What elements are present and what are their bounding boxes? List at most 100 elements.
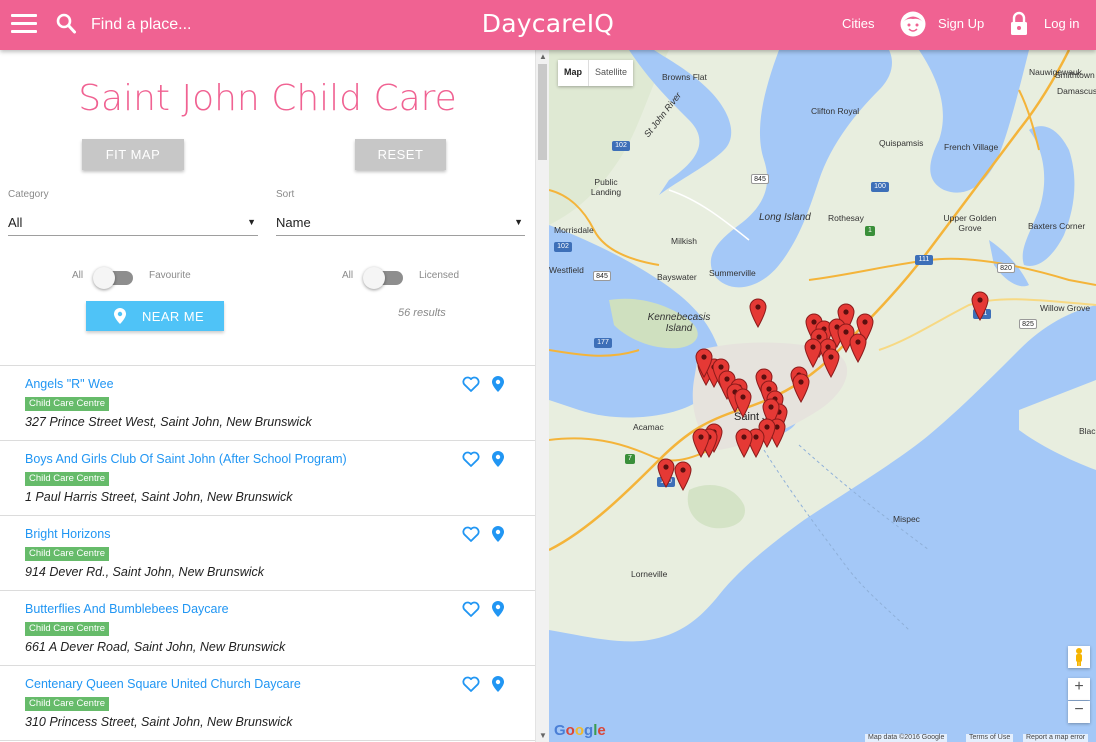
map-type-map-button[interactable]: Map bbox=[558, 60, 589, 86]
highway-shield: 102 bbox=[612, 141, 630, 151]
baby-face-icon[interactable] bbox=[899, 10, 927, 38]
heart-icon[interactable] bbox=[462, 451, 480, 467]
map-label: Westfield bbox=[549, 265, 584, 275]
search-icon[interactable] bbox=[56, 13, 76, 35]
highway-shield: 177 bbox=[594, 338, 612, 348]
daycare-name-link[interactable]: Centenary Queen Square United Church Day… bbox=[25, 677, 301, 691]
map-label: Public Landing bbox=[590, 177, 622, 197]
list-item: Boys And Girls Club Of Saint John (After… bbox=[0, 441, 535, 516]
daycare-map-marker[interactable] bbox=[749, 298, 767, 328]
map-label: Damascus bbox=[1057, 86, 1096, 96]
heart-icon[interactable] bbox=[462, 676, 480, 692]
log-in-link[interactable]: Log in bbox=[1044, 16, 1079, 31]
list-item: Angels "R" Wee Child Care Centre 327 Pri… bbox=[0, 366, 535, 441]
highway-shield: 820 bbox=[997, 263, 1015, 273]
map-label: Smithtown bbox=[1055, 70, 1095, 80]
map-label: Black bbox=[1079, 426, 1096, 436]
zoom-in-button[interactable]: + bbox=[1068, 678, 1090, 700]
daycare-name-link[interactable]: Butterflies And Bumblebees Daycare bbox=[25, 602, 229, 616]
daycare-map-marker[interactable] bbox=[692, 428, 710, 458]
map-label: Mispec bbox=[893, 514, 920, 524]
location-pin-icon bbox=[114, 308, 126, 324]
street-view-pegman-icon[interactable] bbox=[1068, 646, 1090, 668]
map-label: Bayswater bbox=[657, 272, 697, 282]
highway-shield: 102 bbox=[554, 242, 572, 252]
map-label: Kennebecasis Island bbox=[647, 312, 711, 334]
daycare-map-marker[interactable] bbox=[971, 291, 989, 321]
category-label: Category bbox=[8, 189, 49, 200]
map-type-satellite-button[interactable]: Satellite bbox=[589, 60, 633, 86]
sort-label: Sort bbox=[276, 189, 295, 200]
map-label: Rothesay bbox=[828, 213, 864, 223]
daycare-map-marker[interactable] bbox=[822, 348, 840, 378]
results-count: 56 results bbox=[398, 307, 446, 319]
map-label: Summerville bbox=[709, 268, 756, 278]
terms-of-use-link[interactable]: Terms of Use bbox=[966, 734, 1014, 742]
sort-select[interactable]: Name ▼ bbox=[276, 212, 525, 236]
map-pin-icon[interactable] bbox=[492, 676, 504, 692]
heart-icon[interactable] bbox=[462, 376, 480, 392]
licensed-toggle-on-label: Licensed bbox=[419, 270, 460, 281]
fit-map-button[interactable]: FIT MAP bbox=[82, 139, 184, 170]
sign-up-link[interactable]: Sign Up bbox=[938, 16, 984, 31]
map-base-layer bbox=[549, 50, 1096, 742]
daycare-name-link[interactable]: Angels "R" Wee bbox=[25, 377, 114, 391]
lock-icon[interactable] bbox=[1009, 11, 1029, 36]
map-pin-icon[interactable] bbox=[492, 376, 504, 392]
map-label: Willow Grove bbox=[1040, 303, 1091, 313]
licensed-toggle-off-label: All bbox=[342, 270, 354, 281]
search-input[interactable] bbox=[91, 12, 351, 38]
daycare-name-link[interactable]: Bright Horizons bbox=[25, 527, 110, 541]
daycare-map-marker[interactable] bbox=[734, 388, 752, 418]
daycare-map-marker[interactable] bbox=[804, 338, 822, 368]
map-label: Upper Golden Grove bbox=[943, 213, 997, 233]
map-attribution: Map data ©2016 Google bbox=[865, 734, 948, 742]
favourite-toggle[interactable] bbox=[93, 267, 135, 289]
menu-icon[interactable] bbox=[11, 14, 37, 34]
category-select[interactable]: All ▼ bbox=[8, 212, 258, 236]
category-badge: Child Care Centre bbox=[25, 397, 110, 411]
map-label: Browns Flat bbox=[662, 72, 707, 82]
category-value: All bbox=[8, 215, 23, 230]
map-pin-icon[interactable] bbox=[492, 526, 504, 542]
favourite-toggle-off-label: All bbox=[72, 270, 84, 281]
map-view[interactable]: Map Satellite Browns Flat Nauwigewauk Sm… bbox=[549, 50, 1096, 742]
map-pin-icon[interactable] bbox=[492, 601, 504, 617]
reset-button[interactable]: RESET bbox=[355, 139, 446, 170]
near-me-button[interactable]: NEAR ME bbox=[86, 301, 224, 331]
dropdown-caret-icon: ▼ bbox=[247, 217, 256, 227]
favourite-toggle-on-label: Favourite bbox=[149, 270, 191, 281]
category-badge: Child Care Centre bbox=[25, 697, 110, 711]
licensed-toggle[interactable] bbox=[363, 267, 405, 289]
heart-icon[interactable] bbox=[462, 601, 480, 617]
map-label: French Village bbox=[944, 142, 999, 152]
daycare-map-marker[interactable] bbox=[792, 373, 810, 403]
page-title: Saint John Child Care bbox=[78, 78, 457, 119]
daycare-map-marker[interactable] bbox=[735, 428, 753, 458]
report-map-error-link[interactable]: Report a map error bbox=[1023, 734, 1089, 742]
top-app-bar: DaycareIQ Cities Sign Up Log in bbox=[0, 0, 1096, 50]
highway-shield: 1 bbox=[865, 226, 875, 236]
map-type-control: Map Satellite bbox=[558, 60, 634, 86]
daycare-map-marker[interactable] bbox=[849, 333, 867, 363]
map-label: Quispamsis bbox=[879, 138, 924, 148]
scroll-up-arrow-icon[interactable]: ▲ bbox=[539, 52, 547, 61]
map-label: Clifton Royal bbox=[811, 106, 860, 116]
scroll-down-arrow-icon[interactable]: ▼ bbox=[539, 731, 547, 740]
google-logo: Google bbox=[554, 722, 606, 739]
daycare-map-marker[interactable] bbox=[674, 461, 692, 491]
daycare-name-link[interactable]: Boys And Girls Club Of Saint John (After… bbox=[25, 452, 347, 466]
daycare-map-marker[interactable] bbox=[695, 348, 713, 378]
scrollbar-thumb[interactable] bbox=[538, 64, 547, 160]
daycare-map-marker[interactable] bbox=[657, 458, 675, 488]
highway-shield: 845 bbox=[593, 271, 611, 281]
daycare-address: 661 A Dever Road, Saint John, New Brunsw… bbox=[25, 640, 286, 654]
highway-shield: 7 bbox=[625, 454, 635, 464]
map-pin-icon[interactable] bbox=[492, 451, 504, 467]
zoom-out-button[interactable]: − bbox=[1068, 701, 1090, 723]
daycare-address: 1 Paul Harris Street, Saint John, New Br… bbox=[25, 490, 293, 504]
heart-icon[interactable] bbox=[462, 526, 480, 542]
sort-value: Name bbox=[276, 215, 311, 230]
nav-cities-link[interactable]: Cities bbox=[842, 16, 875, 31]
list-scrollbar[interactable]: ▲ ▼ bbox=[535, 50, 549, 742]
